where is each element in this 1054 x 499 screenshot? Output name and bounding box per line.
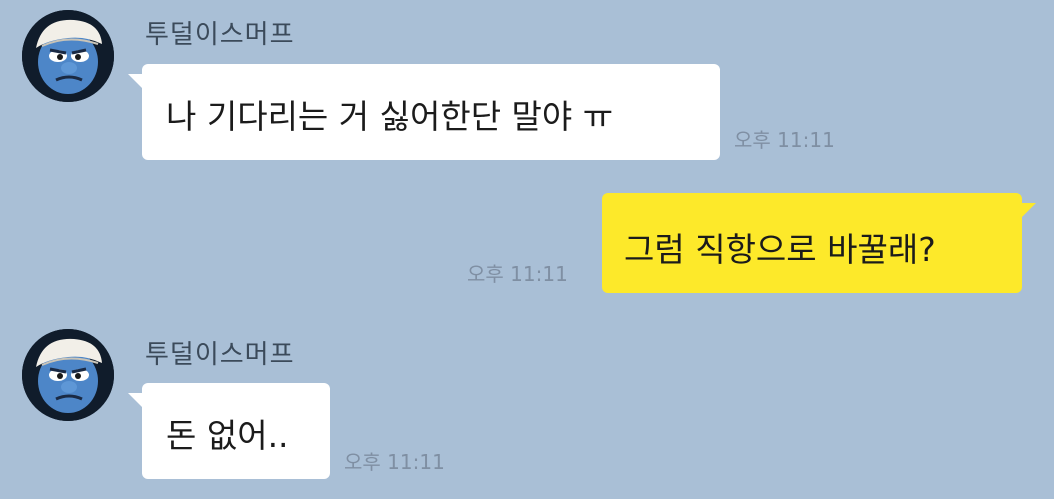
sender-name: 투덜이스머프 [145, 340, 295, 370]
message-bubble[interactable]: 돈 없어.. [128, 383, 330, 479]
bubble-tail [128, 74, 144, 90]
message-text: 나 기다리는 거 싫어한단 말야 ㅠ [166, 97, 614, 136]
bubble-tail [128, 393, 144, 409]
avatar[interactable] [22, 329, 114, 421]
chat-room: 투덜이스머프 나 기다리는 거 싫어한단 말야 ㅠ 오후 11:11 오후 11… [0, 0, 1054, 499]
message-text: 그럼 직항으로 바꿀래? [624, 230, 936, 269]
message-bubble[interactable]: 나 기다리는 거 싫어한단 말야 ㅠ [128, 64, 720, 160]
sender-name: 투덜이스머프 [145, 20, 295, 50]
message-time: 오후 11:11 [344, 450, 445, 474]
bubble-tail [1020, 203, 1036, 219]
smurf-avatar-icon [22, 10, 114, 102]
message-text: 돈 없어.. [166, 416, 289, 455]
smurf-avatar-icon [22, 329, 114, 421]
avatar[interactable] [22, 10, 114, 102]
message-time: 오후 11:11 [734, 128, 835, 152]
message-time: 오후 11:11 [467, 262, 568, 286]
message-bubble[interactable]: 그럼 직항으로 바꿀래? [602, 193, 1036, 293]
